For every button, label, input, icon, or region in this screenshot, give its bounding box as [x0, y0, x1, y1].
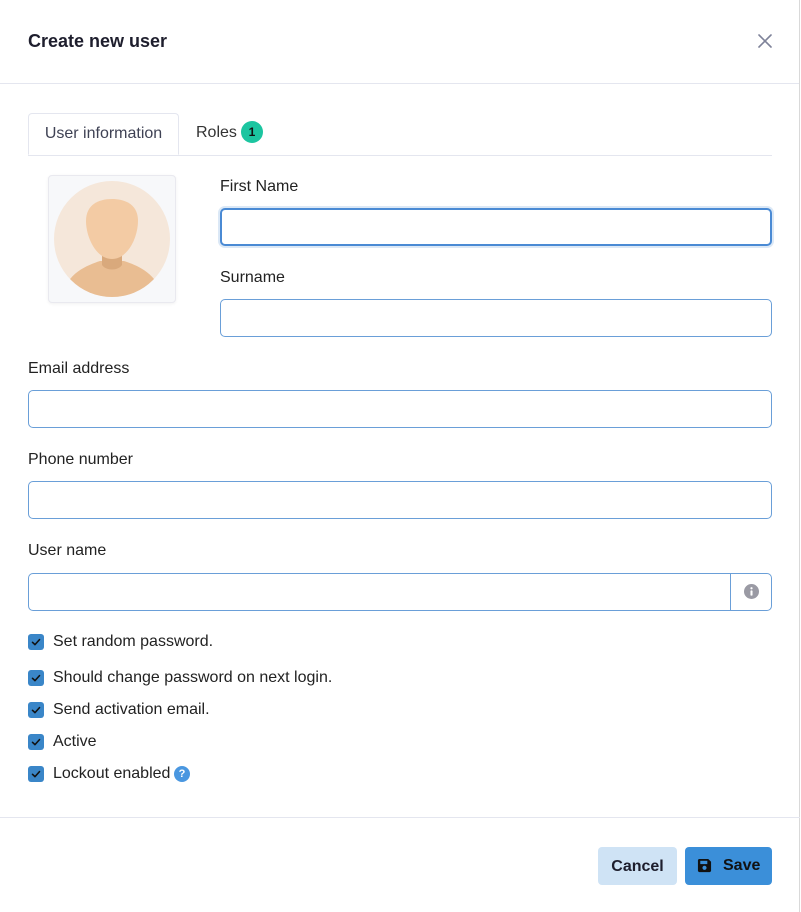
modal-title: Create new user	[28, 31, 168, 51]
checkmark-icon	[31, 638, 41, 646]
username-input-group	[28, 573, 772, 612]
save-button-label: Save	[723, 857, 761, 874]
question-icon[interactable]: ?	[174, 766, 190, 782]
checkmark-icon	[31, 706, 41, 714]
phone-input[interactable]	[28, 481, 772, 519]
info-icon	[744, 584, 759, 599]
username-input[interactable]	[29, 574, 733, 612]
change-password-label: Should change password on next login.	[53, 669, 333, 686]
cancel-button[interactable]: Cancel	[598, 847, 677, 885]
lockout-enabled-label: Lockout enabled	[53, 765, 171, 782]
first-name-label: First Name	[220, 178, 299, 195]
first-name-input[interactable]	[220, 208, 772, 246]
change-password-checkbox[interactable]	[28, 670, 44, 686]
phone-label: Phone number	[28, 451, 133, 468]
email-input[interactable]	[28, 390, 772, 428]
username-label: User name	[28, 542, 107, 559]
set-random-password-checkbox[interactable]	[28, 634, 44, 650]
close-icon[interactable]	[757, 33, 773, 49]
floppy-disk-icon	[697, 858, 712, 873]
active-checkbox[interactable]	[28, 734, 44, 750]
tab-label: User information	[44, 125, 163, 142]
checkmark-icon	[31, 770, 41, 778]
modal-header: Create new user	[0, 0, 799, 84]
checkmark-icon	[31, 738, 41, 746]
user-silhouette-icon	[54, 181, 170, 297]
tab-roles[interactable]: Roles 1	[196, 113, 263, 155]
surname-label: Surname	[220, 269, 285, 286]
avatar[interactable]	[48, 175, 176, 303]
save-button[interactable]: Save	[685, 847, 772, 885]
tab-bar: User information Roles 1	[28, 113, 772, 156]
email-label: Email address	[28, 360, 130, 377]
surname-input[interactable]	[220, 299, 772, 337]
send-activation-email-checkbox[interactable]	[28, 702, 44, 718]
tab-label: Roles	[196, 124, 237, 141]
lockout-enabled-checkbox[interactable]	[28, 766, 44, 782]
tab-user-information[interactable]: User information	[28, 113, 179, 155]
active-label: Active	[53, 733, 97, 750]
roles-count-badge: 1	[240, 120, 263, 143]
create-user-modal: Create new user User information Roles 1 …	[0, 0, 800, 912]
username-info-addon[interactable]	[730, 574, 771, 610]
set-random-password-label: Set random password.	[53, 633, 214, 650]
send-activation-email-label: Send activation email.	[53, 701, 210, 718]
checkmark-icon	[31, 674, 41, 682]
modal-footer: Cancel Save	[0, 817, 800, 912]
